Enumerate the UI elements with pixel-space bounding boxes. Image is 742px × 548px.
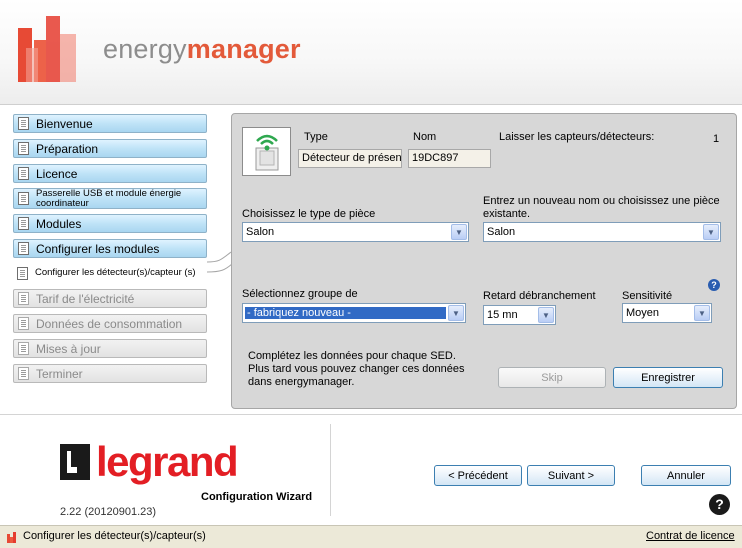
previous-button[interactable]: < Précédent (434, 465, 522, 486)
status-bar: Configurer les détecteur(s)/capteur(s) C… (0, 525, 742, 548)
brand-light-text: energy (103, 34, 187, 64)
document-icon (18, 192, 29, 205)
sensitivity-select[interactable]: Moyen ▼ (622, 303, 712, 323)
nav-step-bienvenue[interactable]: Bienvenue (13, 114, 207, 133)
nav-step-label: Modules (36, 216, 82, 231)
nav-step-tarif: Tarif de l'électricité (13, 289, 207, 308)
nav-step-preparation[interactable]: Préparation (13, 139, 207, 158)
document-icon (17, 266, 28, 280)
nav-step-mises-a-jour: Mises à jour (13, 339, 207, 358)
room-type-select[interactable]: Salon ▼ (242, 222, 469, 242)
info-text-line-1: Complétez les données pour chaque SED. (248, 350, 456, 362)
nav-step-label: Mises à jour (36, 341, 101, 356)
room-name-value: Salon (487, 226, 516, 238)
document-icon (18, 167, 29, 180)
license-link[interactable]: Contrat de licence (646, 530, 735, 542)
nav-step-terminer: Terminer (13, 364, 207, 383)
footer-vertical-divider (330, 424, 331, 516)
delay-label: Retard débranchement (483, 290, 596, 302)
chevron-down-icon[interactable]: ▼ (451, 224, 467, 240)
remaining-sensors-label: Laisser les capteurs/détecteurs: (499, 131, 655, 143)
room-name-select[interactable]: Salon ▼ (483, 222, 721, 242)
nav-step-label: Tarif de l'électricité (36, 291, 135, 306)
document-icon (18, 242, 29, 255)
nav-step-licence[interactable]: Licence (13, 164, 207, 183)
help-icon[interactable]: ? (708, 279, 720, 291)
room-name-label: Entrez un nouveau nom ou choisissez une … (483, 195, 720, 220)
info-text-line-2: Plus tard vous pouvez changer ces donnée… (248, 363, 465, 388)
group-value: - fabriquez nouveau - (245, 307, 446, 319)
nav-step-passerelle[interactable]: Passerelle USB et module énergie coordin… (13, 188, 207, 209)
document-icon (18, 317, 29, 330)
room-type-label: Choisissez le type de pièce (242, 208, 376, 220)
sensor-type-field: Détecteur de présen (298, 149, 402, 168)
chevron-down-icon[interactable]: ▼ (538, 307, 554, 323)
skip-button[interactable]: Skip (498, 367, 606, 388)
nav-step-modules[interactable]: Modules (13, 214, 207, 233)
nav-step-label: Bienvenue (36, 116, 93, 131)
delay-select[interactable]: 15 mn ▼ (483, 305, 556, 325)
sensor-name-field: 19DC897 (408, 149, 491, 168)
help-icon[interactable]: ? (709, 494, 730, 515)
sensor-image (242, 127, 291, 176)
next-button[interactable]: Suivant > (527, 465, 615, 486)
status-text: Configurer les détecteur(s)/capteur(s) (23, 530, 206, 542)
remaining-sensors-count: 1 (713, 133, 720, 145)
document-icon (18, 342, 29, 355)
sensitivity-value: Moyen (626, 307, 660, 319)
chevron-down-icon[interactable]: ▼ (448, 305, 464, 321)
nav-step-configurer-detecteurs[interactable]: Configurer les détecteur(s)/capteur (s) (13, 261, 207, 285)
nav-step-label: Licence (36, 166, 78, 181)
delay-value: 15 mn (487, 309, 518, 321)
document-icon (18, 142, 29, 155)
chevron-down-icon[interactable]: ▼ (703, 224, 719, 240)
app-status-icon (7, 532, 16, 543)
legrand-logo-text: legrand (96, 438, 239, 485)
sensitivity-label: Sensitivité (622, 290, 673, 302)
document-icon (18, 367, 29, 380)
nav-step-label: Configurer les modules (36, 241, 160, 256)
current-step-connector (207, 251, 233, 273)
nav-step-donnees: Données de consommation (13, 314, 207, 333)
chevron-down-icon[interactable]: ▼ (694, 305, 710, 321)
legrand-logo-icon (60, 444, 90, 480)
save-button[interactable]: Enregistrer (613, 367, 723, 388)
room-type-value: Salon (246, 226, 275, 238)
type-label: Type (304, 131, 328, 143)
document-icon (18, 117, 29, 130)
document-icon (18, 217, 29, 230)
document-icon (18, 292, 29, 305)
sensor-config-panel: Type Nom Laisser les capteurs/détecteurs… (231, 113, 737, 409)
motion-sensor-icon (255, 134, 279, 171)
nav-step-label: Terminer (36, 366, 83, 381)
nav-step-label: Configurer les détecteur(s)/capteur (s) (35, 267, 196, 278)
group-label: Sélectionnez groupe de (242, 288, 358, 300)
app-header: energymanager (0, 0, 742, 105)
energymanager-logo-text: energymanager (103, 34, 301, 65)
nav-step-configurer-modules[interactable]: Configurer les modules (13, 239, 207, 258)
cancel-button[interactable]: Annuler (641, 465, 731, 486)
nav-step-label: Préparation (36, 141, 99, 156)
footer-divider (0, 414, 742, 415)
brand-bold-text: manager (186, 34, 301, 64)
energymanager-logo-icon (18, 16, 76, 82)
version-text: 2.22 (20120901.23) (60, 506, 157, 518)
group-select[interactable]: - fabriquez nouveau - ▼ (242, 303, 466, 323)
nav-step-label: Passerelle USB et module énergie coordin… (36, 187, 182, 209)
name-label: Nom (413, 131, 437, 143)
nav-step-label: Données de consommation (36, 316, 183, 331)
wizard-title: Configuration Wizard (201, 491, 313, 503)
